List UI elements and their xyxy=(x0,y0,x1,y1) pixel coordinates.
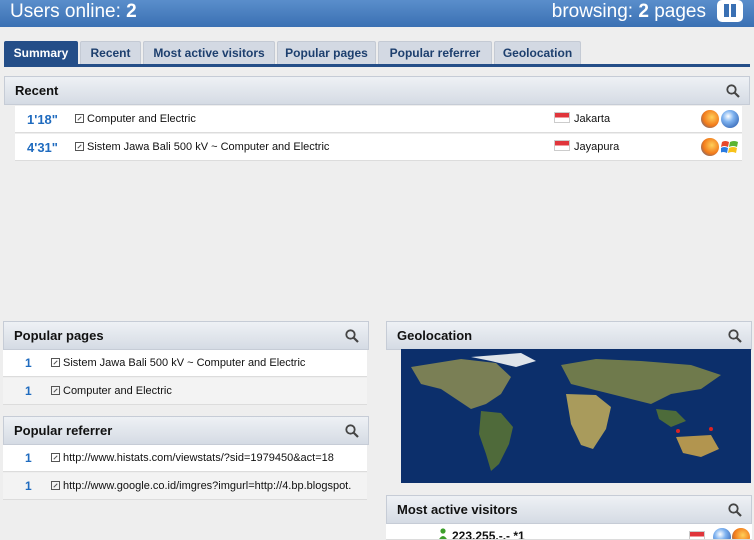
indonesia-flag-icon xyxy=(554,112,570,123)
page-link[interactable]: Computer and Electric xyxy=(51,378,172,404)
external-link-icon xyxy=(51,481,60,490)
page-title: Computer and Electric xyxy=(63,385,172,397)
browsing-label: browsing: xyxy=(551,1,634,22)
visit-duration: 4'31" xyxy=(27,140,58,155)
city-name: Jayapura xyxy=(574,141,620,153)
referrer-row[interactable]: 1 http://www.histats.com/viewstats/?sid=… xyxy=(3,445,367,472)
referrer-row[interactable]: 1 http://www.google.co.id/imgres?imgurl=… xyxy=(3,473,367,500)
popular-pages-title: Popular pages xyxy=(14,328,104,343)
users-online-label: Users online: xyxy=(10,1,121,22)
popular-pages-header: Popular pages xyxy=(3,321,369,350)
referrer-url: http://www.google.co.id/imgres?imgurl=ht… xyxy=(63,480,352,492)
external-link-icon xyxy=(51,358,60,367)
search-icon[interactable] xyxy=(728,329,742,343)
tab-popular-referrer[interactable]: Popular referrer xyxy=(378,41,492,65)
recent-row[interactable]: 1'18" Computer and Electric Jakarta xyxy=(15,106,742,133)
recent-title: Recent xyxy=(15,83,59,98)
popular-referrer-header: Popular referrer xyxy=(3,416,369,445)
page-link[interactable]: Computer and Electric xyxy=(75,106,196,132)
tab-popular-pages[interactable]: Popular pages xyxy=(277,41,376,65)
users-online-count: 2 xyxy=(126,1,137,22)
world-map-image xyxy=(401,349,751,483)
geolocation-header: Geolocation xyxy=(386,321,752,350)
hit-count: 1 xyxy=(25,384,32,398)
tab-underline xyxy=(4,64,750,67)
visit-duration: 1'18" xyxy=(27,112,58,127)
visitor-ip-value: 223.255.-.- xyxy=(452,529,511,540)
firefox-icon xyxy=(701,138,719,156)
external-link-icon xyxy=(51,453,60,462)
popular-page-row[interactable]: 1 Sistem Jawa Bali 500 kV ~ Computer and… xyxy=(3,350,367,377)
referrer-link[interactable]: http://www.histats.com/viewstats/?sid=19… xyxy=(51,445,334,471)
external-link-icon xyxy=(75,142,84,151)
popular-referrer-title: Popular referrer xyxy=(14,423,113,438)
recent-panel-header: Recent xyxy=(4,76,750,105)
search-icon[interactable] xyxy=(726,84,740,98)
firefox-icon xyxy=(701,110,719,128)
tab-recent[interactable]: Recent xyxy=(80,41,141,65)
page-title: Sistem Jawa Bali 500 kV ~ Computer and E… xyxy=(63,357,306,369)
location: Jayapura xyxy=(554,134,620,160)
windows-xp-icon xyxy=(721,141,738,153)
external-link-icon xyxy=(75,114,84,123)
visit-count: *1 xyxy=(513,529,525,540)
referrer-link[interactable]: http://www.google.co.id/imgres?imgurl=ht… xyxy=(51,473,352,499)
most-active-title: Most active visitors xyxy=(397,502,518,517)
page-title: Sistem Jawa Bali 500 kV ~ Computer and E… xyxy=(87,141,330,153)
windows-icon xyxy=(721,110,739,128)
page-link[interactable]: Sistem Jawa Bali 500 kV ~ Computer and E… xyxy=(75,134,330,160)
firefox-icon xyxy=(732,528,750,539)
user-icon xyxy=(439,528,447,539)
tab-summary[interactable]: Summary xyxy=(4,41,78,66)
popular-page-row[interactable]: 1 Computer and Electric xyxy=(3,378,367,405)
search-icon[interactable] xyxy=(728,503,742,517)
search-icon[interactable] xyxy=(345,424,359,438)
visitor-ip: 223.255.-.- *1 xyxy=(452,524,525,540)
recent-row[interactable]: 4'31" Sistem Jawa Bali 500 kV ~ Computer… xyxy=(15,134,742,161)
location: Jakarta xyxy=(554,106,611,132)
hit-count: 1 xyxy=(25,356,32,370)
external-link-icon xyxy=(51,386,60,395)
windows-icon xyxy=(713,528,731,539)
hit-count: 1 xyxy=(25,479,32,493)
page-link[interactable]: Sistem Jawa Bali 500 kV ~ Computer and E… xyxy=(51,350,306,376)
browsing-status: browsing: 2 pages xyxy=(552,1,706,23)
browsing-suffix: pages xyxy=(654,1,706,22)
world-map[interactable] xyxy=(401,349,751,483)
tab-geolocation[interactable]: Geolocation xyxy=(494,41,581,65)
browsing-count: 2 xyxy=(638,1,649,22)
indonesia-flag-icon xyxy=(689,531,705,539)
most-active-header: Most active visitors xyxy=(386,495,752,524)
indonesia-flag-icon xyxy=(554,140,570,151)
city-name: Jakarta xyxy=(574,113,611,125)
search-icon[interactable] xyxy=(345,329,359,343)
tab-most-active-visitors[interactable]: Most active visitors xyxy=(143,41,275,65)
geolocation-title: Geolocation xyxy=(397,328,473,343)
top-bar: Users online: 2 browsing: 2 pages xyxy=(0,0,754,27)
hit-count: 1 xyxy=(25,451,32,465)
active-visitor-row[interactable]: 223.255.-.- *1 xyxy=(386,524,752,540)
pause-button[interactable] xyxy=(717,0,743,22)
users-online: Users online: 2 xyxy=(10,1,137,23)
referrer-url: http://www.histats.com/viewstats/?sid=19… xyxy=(63,452,334,464)
page-title: Computer and Electric xyxy=(87,113,196,125)
